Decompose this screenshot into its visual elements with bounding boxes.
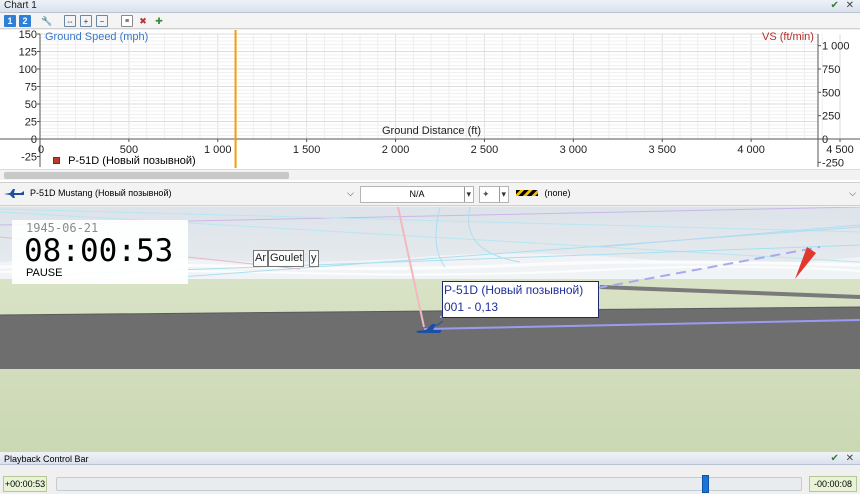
- series-2-icon[interactable]: 2: [19, 15, 31, 27]
- chart-legend: P-51D (Новый позывной): [53, 155, 196, 167]
- y-left-tick-label: 0: [31, 134, 37, 146]
- remaining-time: -00:00:08: [809, 476, 857, 492]
- y-right-tick-label: 750: [822, 64, 840, 76]
- y-left-tick-label: 150: [19, 30, 37, 41]
- playback-slider-thumb[interactable]: [702, 475, 710, 493]
- aircraft-select[interactable]: P-51D Mustang (Новый позывной) ⌵: [26, 186, 356, 203]
- chart-plot: 0 500 1 000 1 500 2 000 2 500 3 000 3 500 4 000 4…: [0, 30, 860, 168]
- y-left-tick-label: 125: [19, 47, 37, 59]
- y-right-tick-label: 250: [822, 111, 840, 123]
- x-tick-label: 1 500: [293, 144, 321, 156]
- camera-mode-button[interactable]: ✦ ▾: [479, 186, 509, 203]
- page-icon[interactable]: ≡: [121, 15, 133, 27]
- x-tick-label: 2 500: [471, 144, 499, 156]
- chevron-down-icon[interactable]: ▾: [499, 187, 506, 202]
- aircraft-label-callsign: P-51D (Новый позывной): [444, 283, 584, 297]
- y-right-tick-label: 0: [822, 134, 828, 146]
- x-tick-label: 4 500: [826, 144, 854, 156]
- clock-overlay: 1945-06-21 08:00:53 PAUSE: [12, 220, 188, 284]
- x-axis-label: Ground Distance (ft): [382, 125, 482, 137]
- chevron-down-icon[interactable]: ⌵: [849, 186, 856, 201]
- center-select[interactable]: N/A ▾: [360, 186, 474, 203]
- zoom-in-icon[interactable]: +: [80, 15, 92, 27]
- y-left-tick-label: 25: [25, 117, 37, 129]
- runway: [0, 307, 860, 369]
- chart-panel-title-bar: Chart 1 ✔ ✕: [0, 0, 860, 13]
- legend-item-label: P-51D (Новый позывной): [68, 155, 196, 167]
- aircraft-label[interactable]: P-51D (Новый позывной) 001 - 0,13: [442, 281, 599, 318]
- remove-icon[interactable]: ✖: [137, 15, 149, 27]
- airport-label: Goulet: [268, 250, 305, 267]
- close-icon[interactable]: ✕: [846, 0, 854, 11]
- sim-time: 08:00:53: [24, 233, 174, 269]
- aircraft-select-value: P-51D Mustang (Новый позывной): [30, 188, 172, 198]
- aircraft-model-icon[interactable]: [414, 321, 444, 335]
- aircraft-label-info: 001 - 0,13: [444, 300, 499, 314]
- x-tick-label: 0: [38, 144, 44, 156]
- playback-slider-track[interactable]: [56, 477, 802, 491]
- y-axis-left-label: Ground Speed (mph): [45, 31, 149, 43]
- x-tick-label: 4 000: [737, 144, 765, 156]
- chevron-down-icon[interactable]: ▾: [464, 187, 471, 202]
- y-axis-right-label: VS (ft/min): [762, 31, 814, 43]
- playback-panel-title-bar: Playback Control Bar ✔ ✕: [0, 453, 860, 465]
- y-right-tick-label: -250: [822, 157, 844, 168]
- chart-scroll-thumb[interactable]: [4, 172, 289, 179]
- airport-label: y: [309, 250, 319, 267]
- playback-panel-title: Playback Control Bar: [4, 454, 89, 464]
- airport-label: Ar: [253, 250, 268, 267]
- y-left-tick-label: 100: [19, 64, 37, 76]
- wrench-icon[interactable]: 🔧: [41, 15, 53, 27]
- camera-icon: ✦: [482, 189, 490, 199]
- y-right-tick-label: 1 000: [822, 41, 850, 53]
- chevron-down-icon[interactable]: ⌵: [347, 186, 354, 201]
- x-tick-label: 1 000: [204, 144, 232, 156]
- center-select-value: N/A: [409, 189, 425, 199]
- zoom-fit-icon[interactable]: ⇔: [64, 15, 76, 27]
- y-right-tick-label: 500: [822, 87, 840, 99]
- chart-toolbar: 1 2 🔧 ⇔ + − ≡ ✖ ✚: [0, 13, 860, 29]
- close-icon[interactable]: ✕: [846, 453, 854, 464]
- add-icon[interactable]: ✚: [153, 15, 165, 27]
- style-select-value: (none): [544, 188, 571, 198]
- series-1-icon[interactable]: 1: [4, 15, 16, 27]
- style-select[interactable]: (none) ⌵: [512, 186, 858, 203]
- playback-state: PAUSE: [26, 267, 63, 279]
- x-tick-label: 3 500: [648, 144, 676, 156]
- y-left-tick-label: 75: [25, 82, 37, 94]
- chart-area[interactable]: 0 500 1 000 1 500 2 000 2 500 3 000 3 500 4 000 4…: [0, 30, 860, 182]
- pin-icon[interactable]: ✔: [830, 0, 838, 11]
- elapsed-time: +00:00:53: [3, 476, 47, 492]
- chart-horizontal-scrollbar[interactable]: [0, 169, 860, 180]
- y-left-tick-label: 50: [25, 99, 37, 111]
- zoom-out-icon[interactable]: −: [96, 15, 108, 27]
- object-selector-bar: P-51D Mustang (Новый позывной) ⌵ N/A ▾ ✦…: [0, 182, 860, 206]
- playback-control-bar: +00:00:53 -00:00:08: [0, 466, 860, 494]
- legend-swatch: [53, 157, 60, 164]
- x-tick-label: 2 000: [382, 144, 410, 156]
- y-left-tick-label: -25: [21, 152, 37, 164]
- hazard-stripe-icon: [516, 190, 538, 196]
- chart-panel-title: Chart 1: [4, 0, 37, 11]
- airplane-icon: [4, 189, 24, 201]
- x-tick-label: 3 000: [560, 144, 588, 156]
- 3d-viewport[interactable]: 1945-06-21 08:00:53 PAUSE Ar Goulet y P-…: [0, 207, 860, 452]
- pin-icon[interactable]: ✔: [830, 453, 838, 464]
